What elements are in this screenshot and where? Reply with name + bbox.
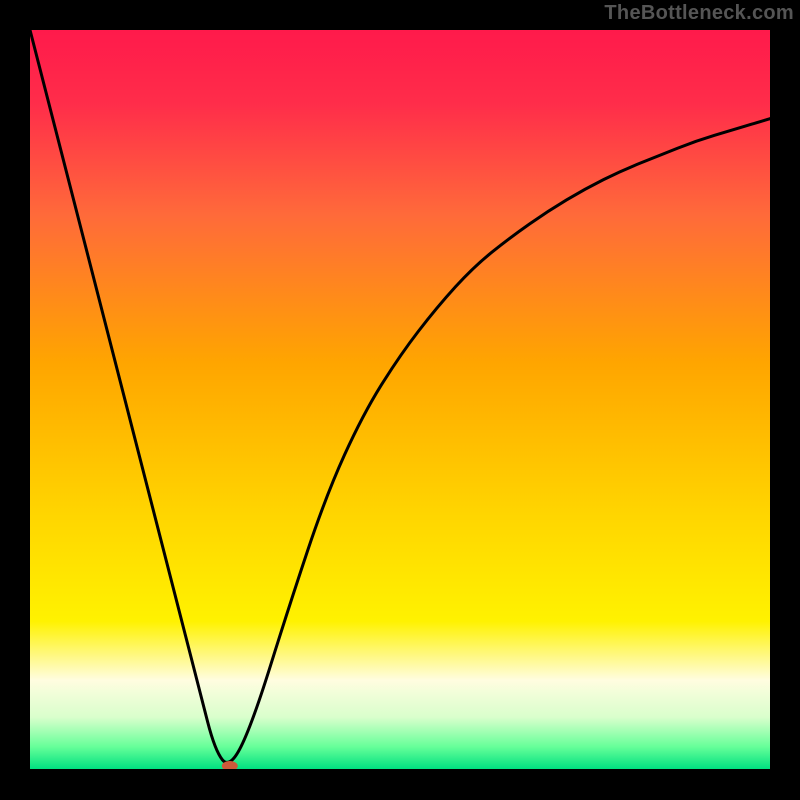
gradient-background: [30, 30, 770, 769]
chart-container: TheBottleneck.com: [0, 0, 800, 800]
plot-area: [30, 30, 770, 770]
chart-svg: [30, 30, 770, 769]
watermark-text: TheBottleneck.com: [604, 2, 794, 25]
